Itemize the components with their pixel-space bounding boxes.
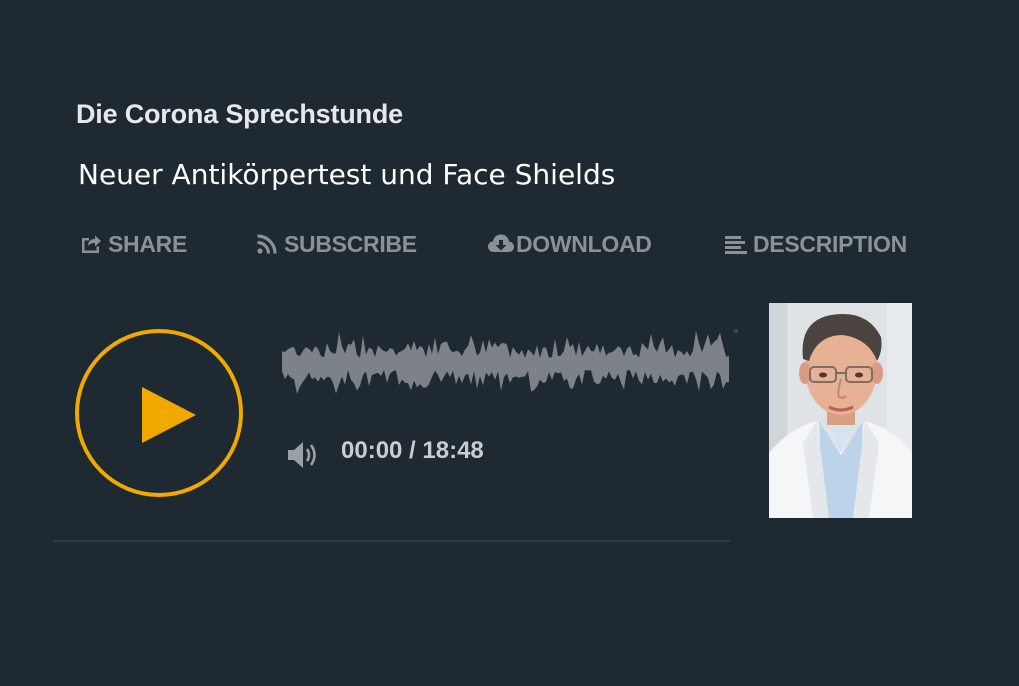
action-bar: SHARE SUBSCRIBE DOWNLOAD DESCRIPTION [0, 228, 1019, 262]
episode-title: Neuer Antikörpertest und Face Shields [78, 158, 616, 191]
share-icon [79, 232, 103, 256]
time-display: 00:00 / 18:48 [341, 437, 484, 464]
waveform-tail: “ [734, 327, 738, 341]
share-label: SHARE [108, 230, 188, 257]
share-button[interactable]: SHARE [79, 228, 187, 260]
description-button[interactable]: DESCRIPTION [724, 228, 907, 260]
subscribe-label: SUBSCRIBE [284, 230, 417, 257]
volume-icon[interactable] [287, 440, 323, 470]
play-button[interactable] [75, 329, 243, 497]
waveform-shape [282, 330, 729, 394]
divider [53, 540, 730, 542]
podcast-title: Die Corona Sprechstunde [76, 99, 403, 129]
text-lines-icon [724, 232, 748, 256]
download-label: DOWNLOAD [516, 230, 652, 257]
download-button[interactable]: DOWNLOAD [487, 228, 652, 260]
waveform-seekbar[interactable]: “ [282, 324, 752, 408]
rss-icon [255, 232, 279, 256]
cover-image [769, 303, 912, 518]
description-label: DESCRIPTION [753, 230, 907, 257]
podcast-player: Die Corona Sprechstunde Neuer Antikörper… [0, 0, 1019, 686]
cloud-download-icon [487, 232, 514, 256]
subscribe-button[interactable]: SUBSCRIBE [255, 228, 417, 260]
play-icon [142, 387, 196, 443]
